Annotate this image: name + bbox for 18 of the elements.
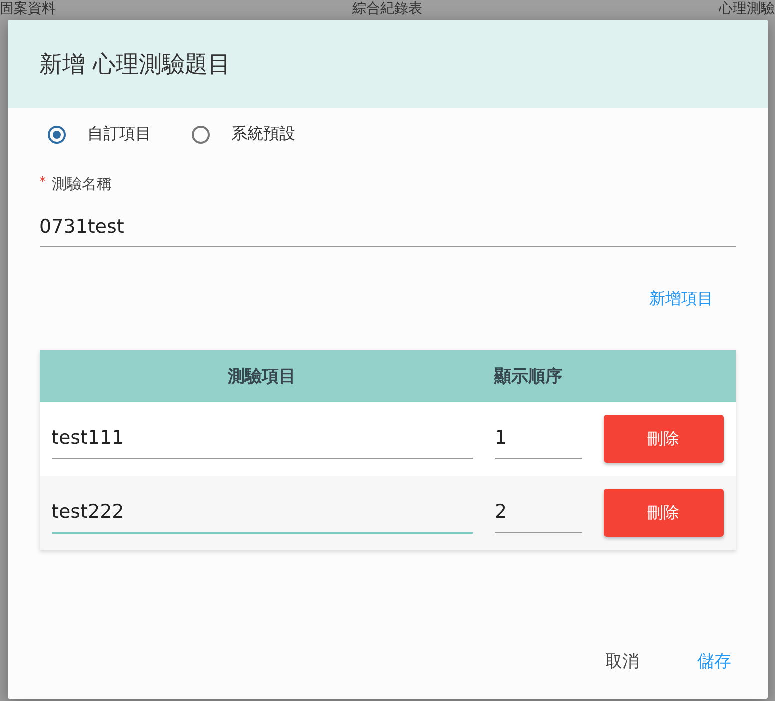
- test-name-field[interactable]: 0731test: [40, 208, 736, 247]
- order-field[interactable]: 2: [494, 493, 582, 533]
- column-header: 測驗項目: [228, 366, 296, 388]
- radio-option[interactable]: 系統預設: [192, 124, 296, 145]
- cancel-button[interactable]: 取消: [590, 644, 656, 679]
- item-name-field[interactable]: test111: [52, 419, 473, 459]
- background-tab-label: 心理測驗: [719, 0, 775, 18]
- radio-option[interactable]: 自訂項目: [48, 124, 152, 145]
- column-header: 顯示順序: [493, 366, 562, 388]
- dialog-title: 新增 心理測驗題目: [40, 50, 231, 80]
- delete-button[interactable]: 刪除: [604, 415, 724, 463]
- delete-button[interactable]: 刪除: [604, 489, 724, 537]
- required-mark: *: [40, 175, 46, 192]
- item-name-field[interactable]: test222: [52, 492, 473, 534]
- field-label: 測驗名稱: [52, 175, 112, 194]
- order-field[interactable]: 1: [494, 419, 582, 459]
- background-tab-label: 固案資料: [0, 0, 56, 18]
- background-tab-label: 綜合紀錄表: [352, 0, 422, 18]
